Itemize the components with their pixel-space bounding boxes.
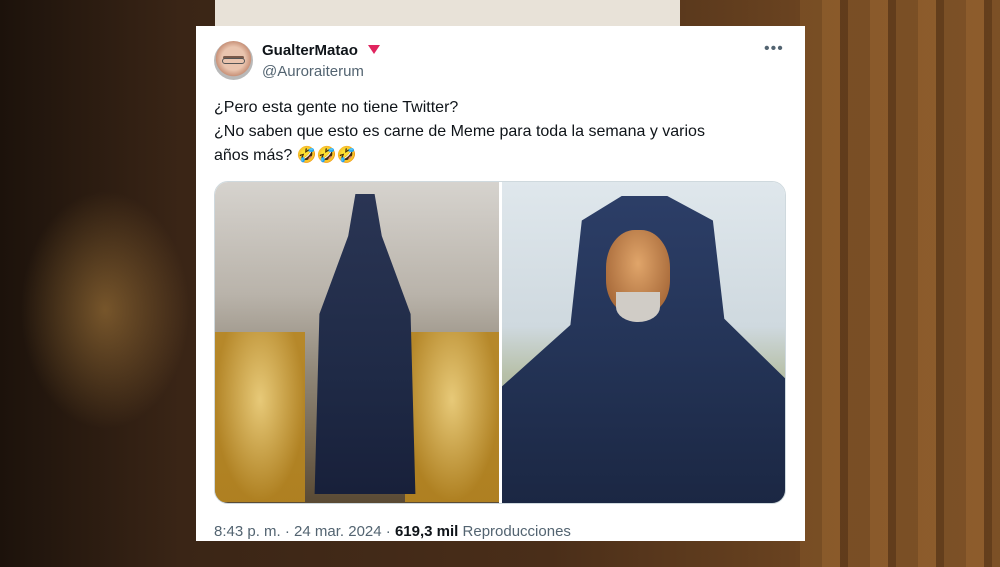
user-handle[interactable]: @Auroraiterum [262, 63, 364, 80]
tweet-meta: 8:43 p. m. · 24 mar. 2024 · 619,3 mil Re… [214, 523, 571, 540]
media-image-closeup[interactable] [502, 182, 785, 503]
gold-candelabra-right [405, 332, 499, 502]
avatar-glasses [222, 58, 245, 64]
crucifix-glow [20, 190, 190, 430]
tweet-date[interactable]: 24 mar. 2024 [294, 523, 382, 540]
white-cloth [215, 0, 680, 26]
statue-beard [616, 292, 660, 322]
display-name[interactable]: GualterMatao [262, 42, 358, 59]
gold-candelabra-left [215, 332, 305, 502]
tweet-time[interactable]: 8:43 p. m. [214, 523, 281, 540]
tweet-media [214, 181, 786, 504]
views-count: 619,3 mil [394, 523, 459, 540]
media-image-procession[interactable] [215, 182, 499, 503]
avatar[interactable] [214, 41, 253, 80]
more-options-icon[interactable]: ••• [764, 40, 784, 58]
hooded-statue [314, 194, 416, 494]
tweet-text-line: ¿No saben que esto es carne de Meme para… [214, 123, 705, 140]
tweet-card: GualterMatao @Auroraiterum ••• ¿Pero est… [196, 26, 805, 541]
tweet-text-line: años más? 🤣🤣🤣 [214, 147, 357, 164]
meta-separator: · [385, 523, 391, 540]
red-triangle-badge-icon [368, 45, 380, 54]
tweet-text-line: ¿Pero esta gente no tiene Twitter? [214, 99, 459, 116]
views-label: Reproducciones [462, 523, 571, 540]
tweet-text: ¿Pero esta gente no tiene Twitter? ¿No s… [214, 96, 774, 168]
meta-separator: · [284, 523, 290, 540]
wooden-panel [800, 0, 1000, 567]
